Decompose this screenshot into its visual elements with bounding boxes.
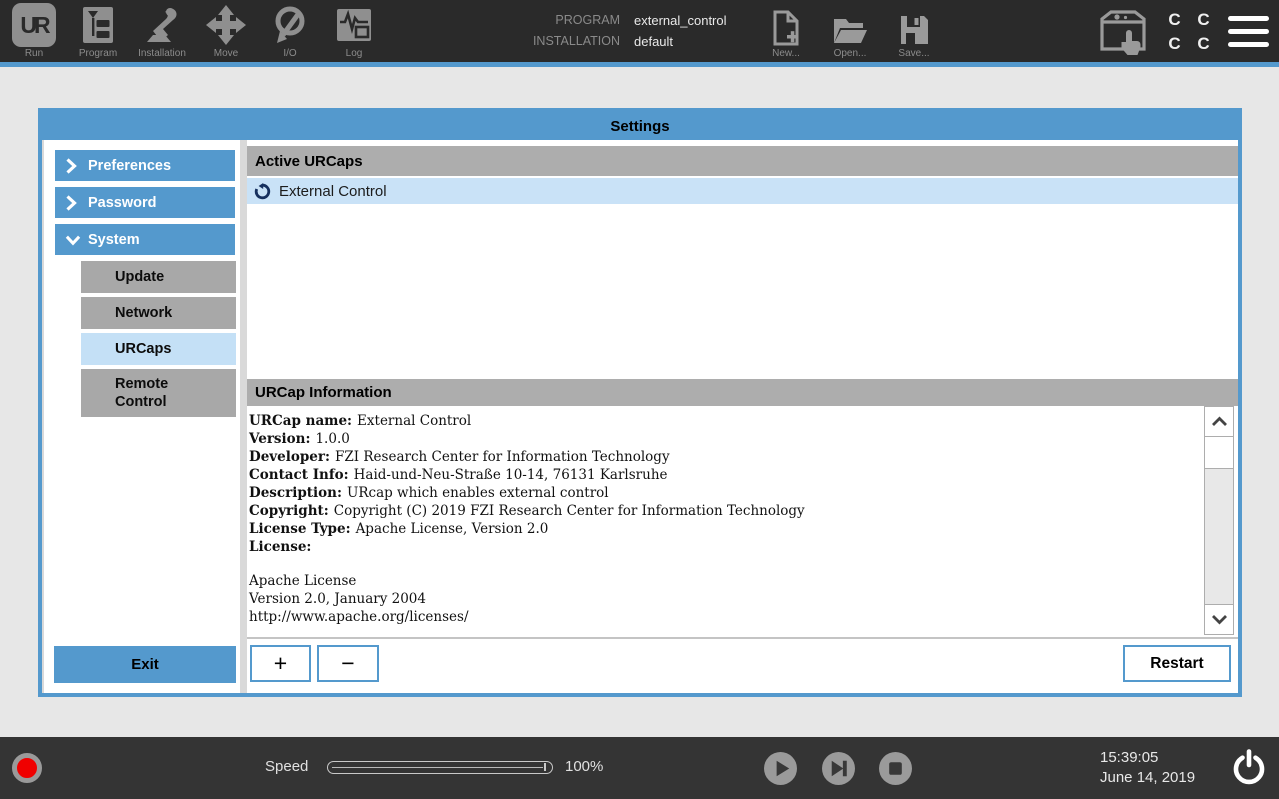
speed-value: 100% <box>565 758 603 775</box>
installation-icon <box>142 3 182 47</box>
new-button[interactable]: New... <box>754 8 818 59</box>
scroll-down-button[interactable] <box>1205 604 1233 634</box>
tab-run[interactable]: UR Run <box>2 3 66 59</box>
move-icon <box>206 3 246 47</box>
stop-icon <box>879 752 912 785</box>
polyscope-screen: UR Run Program <box>0 0 1279 799</box>
initialize-robot-button[interactable] <box>12 753 42 783</box>
corner-status-letters: C C C C <box>1160 10 1218 58</box>
installation-value: default <box>634 34 727 49</box>
sidebar-item-network[interactable]: Network <box>81 297 236 329</box>
program-value: external_control <box>634 13 727 28</box>
tab-io[interactable]: I/O <box>258 3 322 59</box>
loaded-file-info: PROGRAM external_control INSTALLATION de… <box>505 13 727 49</box>
ur-logo-icon: UR <box>12 3 56 47</box>
sidebar-item-urcaps[interactable]: URCaps <box>81 333 236 365</box>
main-tabs: UR Run Program <box>2 3 386 59</box>
license-text: Apache License Version 2.0, January 2004… <box>249 572 1202 626</box>
remove-urcap-button[interactable]: − <box>317 645 379 682</box>
status-letter: C <box>1189 34 1218 58</box>
time-value: 15:39:05 <box>1100 748 1195 768</box>
restart-button[interactable]: Restart <box>1123 645 1231 682</box>
panel-divider <box>247 637 1238 639</box>
scroll-up-button[interactable] <box>1205 407 1233 437</box>
urcap-information-header: URCap Information <box>247 379 1238 406</box>
urcap-information-text: URCap name:External Control Version:1.0.… <box>249 412 1202 626</box>
open-button[interactable]: Open... <box>818 8 882 59</box>
settings-dialog: Settings Preferences Password <box>38 108 1242 697</box>
info-field: Version:1.0.0 <box>249 430 1202 448</box>
info-scrollbar[interactable] <box>1204 406 1234 635</box>
open-folder-icon <box>832 8 868 46</box>
chevron-right-icon <box>65 194 81 212</box>
shutdown-button[interactable] <box>1230 749 1268 792</box>
urcap-name-label: External Control <box>279 183 387 200</box>
add-urcap-button[interactable]: + <box>250 645 311 682</box>
io-icon <box>270 3 310 47</box>
tab-move[interactable]: Move <box>194 3 258 59</box>
power-icon <box>1230 749 1268 787</box>
tab-program[interactable]: Program <box>66 3 130 59</box>
step-button[interactable] <box>822 752 855 785</box>
status-letter: C <box>1160 34 1189 58</box>
scrollbar-thumb[interactable] <box>1205 437 1233 469</box>
urcap-refresh-icon <box>254 183 271 200</box>
info-field: License Type:Apache License, Version 2.0 <box>249 520 1202 538</box>
tab-log[interactable]: Log <box>322 3 386 59</box>
info-field: Contact Info:Haid-und-Neu-Straße 10-14, … <box>249 466 1202 484</box>
play-icon <box>764 752 797 785</box>
sidebar-item-system[interactable]: System <box>55 224 235 255</box>
chevron-down-icon <box>65 234 81 246</box>
info-field: Copyright:Copyright (C) 2019 FZI Researc… <box>249 502 1202 520</box>
save-button[interactable]: Save... <box>882 8 946 59</box>
sidebar-item-update[interactable]: Update <box>81 261 236 293</box>
speed-slider[interactable] <box>327 761 553 774</box>
new-file-icon <box>771 8 801 46</box>
touchscreen-keyboard-button[interactable] <box>1097 8 1149 63</box>
speed-slider-handle[interactable] <box>544 763 546 771</box>
touchscreen-icon <box>1097 8 1149 58</box>
sidebar-item-remote-control[interactable]: Remote Control <box>81 369 236 417</box>
file-actions: New... Open... <box>754 8 946 59</box>
status-letter: C <box>1160 10 1189 34</box>
sidebar-item-preferences[interactable]: Preferences <box>55 150 235 181</box>
speed-label: Speed <box>265 758 308 775</box>
info-field: License: <box>249 538 1202 556</box>
urcap-information-area: URCap name:External Control Version:1.0.… <box>247 406 1238 635</box>
date-value: June 14, 2019 <box>1100 768 1195 788</box>
scroll-down-icon <box>1211 614 1228 625</box>
program-label: PROGRAM <box>505 13 620 28</box>
settings-sidebar: Preferences Password System Update <box>44 140 240 693</box>
scroll-up-icon <box>1211 416 1228 427</box>
urcaps-panel: Active URCaps External Control URCap Inf… <box>247 140 1238 693</box>
info-field: Description:URcap which enables external… <box>249 484 1202 502</box>
bottom-status-bar: Speed 100% 15:39:05 <box>0 737 1279 799</box>
info-field: URCap name:External Control <box>249 412 1202 430</box>
info-field: Developer:FZI Research Center for Inform… <box>249 448 1202 466</box>
stop-button[interactable] <box>879 752 912 785</box>
top-header: UR Run Program <box>0 0 1279 67</box>
play-button[interactable] <box>764 752 797 785</box>
installation-label: INSTALLATION <box>505 34 620 49</box>
sidebar-item-password[interactable]: Password <box>55 187 235 218</box>
step-forward-icon <box>822 752 855 785</box>
log-icon <box>336 3 372 47</box>
urcap-list-item-external-control[interactable]: External Control <box>247 178 1238 204</box>
program-icon <box>81 3 115 47</box>
hamburger-menu-icon[interactable] <box>1228 16 1269 55</box>
chevron-right-icon <box>65 157 81 175</box>
dialog-title: Settings <box>42 112 1238 140</box>
exit-button[interactable]: Exit <box>54 646 236 683</box>
status-letter: C <box>1189 10 1218 34</box>
save-icon <box>898 8 930 46</box>
tab-installation[interactable]: Installation <box>130 3 194 59</box>
clock: 15:39:05 June 14, 2019 <box>1100 748 1195 788</box>
active-urcaps-header: Active URCaps <box>247 146 1238 176</box>
